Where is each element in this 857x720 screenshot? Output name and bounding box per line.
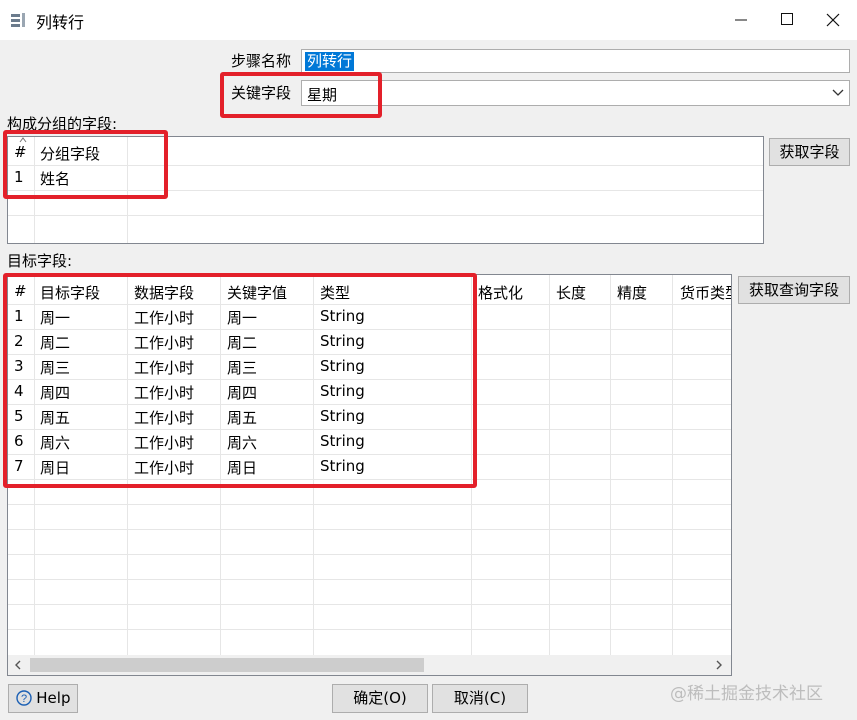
chevron-down-icon[interactable] [832,89,844,97]
highlight-key-field [220,72,382,118]
maximize-button[interactable] [764,0,810,40]
window-title: 列转行 [36,13,85,32]
column-divider [549,275,550,655]
target-header-currency: 货币类型 [680,284,731,302]
svg-text:?: ? [20,693,26,705]
row-divider [8,604,731,605]
close-icon [826,13,840,27]
minimize-icon [735,19,747,21]
row-divider [8,629,731,630]
cancel-button[interactable]: 取消(C) [432,684,528,713]
scroll-left-icon[interactable] [14,660,22,670]
get-lookup-fields-button[interactable]: 获取查询字段 [738,276,850,304]
row-divider [8,579,731,580]
step-name-value: 列转行 [305,52,355,71]
target-section-label: 目标字段: [7,252,73,270]
key-field-select[interactable]: 星期 [301,80,850,106]
row-divider [8,554,731,555]
column-divider [672,275,673,655]
help-label: Help [36,689,71,707]
help-button[interactable]: ? Help [8,684,78,713]
step-name-input[interactable]: 列转行 [301,49,850,73]
scroll-right-icon[interactable] [715,660,723,670]
target-header-format: 格式化 [478,284,524,302]
step-name-label: 步骤名称 [231,52,292,70]
horizontal-scrollbar[interactable] [8,655,731,675]
app-icon [11,13,25,27]
watermark: @稀土掘金技术社区 [670,684,823,704]
get-fields-button[interactable]: 获取字段 [769,138,850,166]
close-button[interactable] [810,0,856,40]
column-divider [610,275,611,655]
ok-button[interactable]: 确定(O) [332,684,428,713]
title-bar: 列转行 [0,0,857,40]
target-header-length: 长度 [556,284,587,302]
maximize-icon [781,13,793,25]
row-divider [8,504,731,505]
minimize-button[interactable] [718,0,764,40]
row-divider [8,529,731,530]
scrollbar-thumb[interactable] [30,658,424,672]
target-header-precision: 精度 [617,284,648,302]
highlight-group-fields [3,130,168,199]
highlight-target-fields [3,273,477,488]
help-icon: ? [15,690,32,706]
